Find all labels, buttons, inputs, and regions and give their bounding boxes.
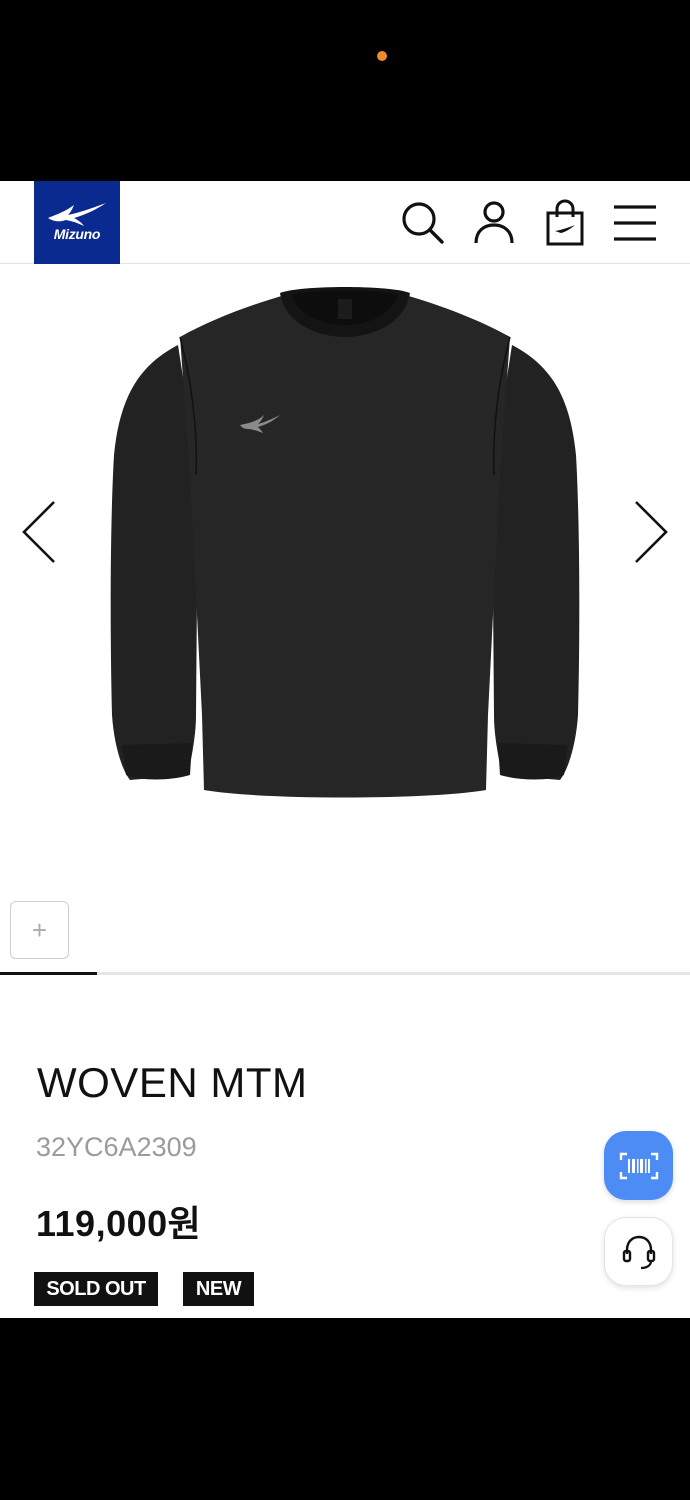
headset-icon	[622, 1235, 655, 1269]
mizuno-logo[interactable]: Mizuno	[34, 181, 120, 264]
new-badge: NEW	[183, 1272, 254, 1306]
menu-icon[interactable]	[611, 199, 659, 247]
logo-wordmark: Mizuno	[53, 226, 101, 242]
product-page: Mizuno + WOVEN MTM 32YC6A2309 119,000원 S…	[0, 181, 690, 1318]
product-code: 32YC6A2309	[36, 1132, 197, 1162]
customer-support-button[interactable]	[604, 1217, 673, 1286]
sold-out-badge: SOLD OUT	[34, 1272, 158, 1306]
gallery-progress-fill	[0, 972, 97, 975]
user-icon[interactable]	[470, 199, 518, 247]
system-nav-bar	[0, 1318, 690, 1500]
gallery-progress-track	[0, 972, 690, 975]
status-indicator-dot	[377, 51, 387, 61]
gallery-next-button[interactable]	[630, 497, 674, 567]
gallery-prev-button[interactable]	[16, 497, 60, 567]
site-header: Mizuno	[0, 181, 690, 264]
barcode-scan-icon	[619, 1152, 658, 1179]
chevron-right-icon	[635, 501, 668, 563]
search-icon[interactable]	[398, 199, 446, 247]
chevron-left-icon	[22, 501, 55, 563]
product-price: 119,000원	[36, 1203, 202, 1244]
shopping-bag-icon[interactable]	[541, 199, 589, 247]
product-image	[110, 287, 580, 798]
product-name: WOVEN MTM	[37, 1059, 308, 1106]
barcode-scan-button[interactable]	[604, 1131, 673, 1200]
status-bar	[0, 0, 690, 181]
add-thumbnail-button[interactable]: +	[10, 901, 69, 959]
product-gallery[interactable]	[0, 265, 690, 875]
runbird-icon	[48, 203, 106, 226]
